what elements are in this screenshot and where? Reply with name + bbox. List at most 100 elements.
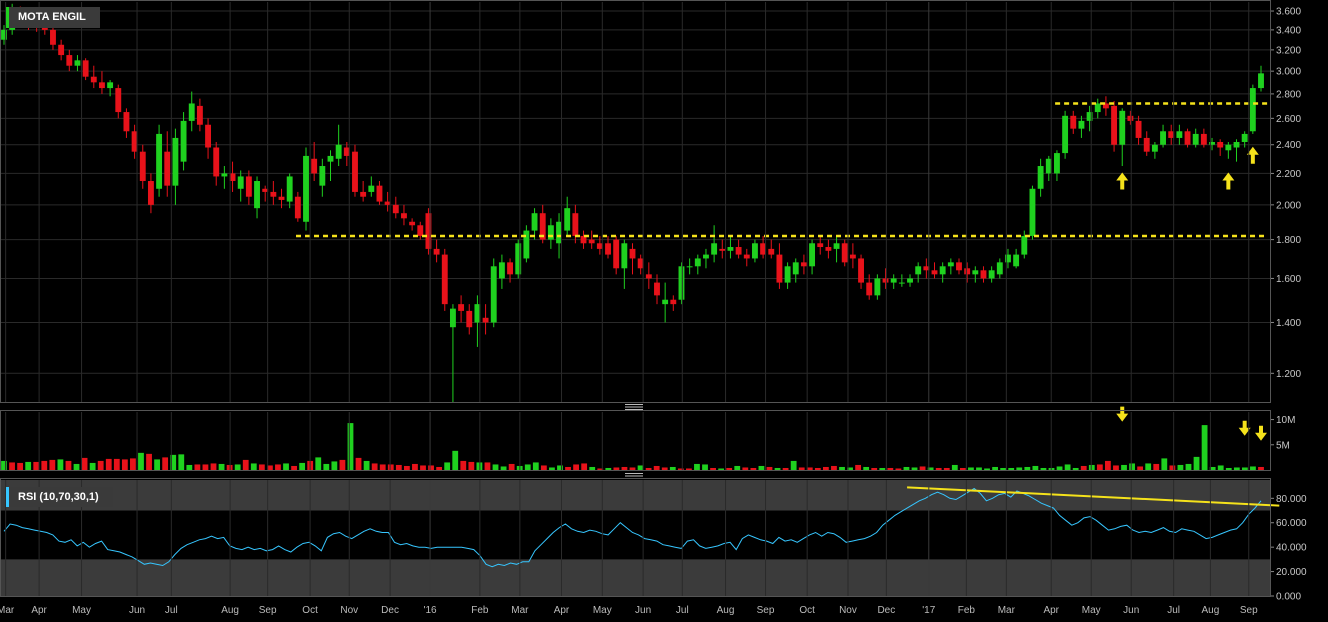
volume-bar xyxy=(105,458,112,470)
candle-up xyxy=(1192,133,1199,145)
candle-up xyxy=(809,243,816,267)
volume-bar xyxy=(130,458,136,470)
volume-bar xyxy=(895,468,902,470)
candle-down xyxy=(441,254,448,305)
rsi-indicator-label[interactable]: RSI (10,70,30,1) xyxy=(6,487,113,507)
volume-bar xyxy=(234,464,241,470)
stock-chart: 3.600 3.400 3.200 3.000 2.800 2.600 2.400 2.200… xyxy=(0,0,1307,616)
x-tick-label: Mar xyxy=(998,605,1016,616)
volume-bar xyxy=(1113,465,1119,470)
candle-up xyxy=(1249,88,1256,132)
volume-bar xyxy=(661,467,668,470)
candle-up xyxy=(180,120,187,162)
candle-up xyxy=(988,270,995,279)
volume-bar xyxy=(89,462,96,470)
volume-bar xyxy=(766,466,773,470)
volume-bar xyxy=(202,464,209,470)
volume-bar xyxy=(33,461,40,470)
volume-bar xyxy=(1250,466,1256,470)
volume-bar xyxy=(935,467,942,470)
candle-down xyxy=(82,60,89,77)
candle-up xyxy=(678,266,685,300)
candle-down xyxy=(278,196,285,200)
candle-down xyxy=(205,124,211,148)
candle-up xyxy=(784,266,791,283)
volume-bar xyxy=(992,466,998,470)
candle-up xyxy=(107,82,114,89)
price-tick-label: 2.200 xyxy=(1276,169,1301,180)
candle-down xyxy=(41,27,48,30)
candle-down xyxy=(1127,115,1134,121)
volume-bar xyxy=(1016,467,1023,470)
candle-down xyxy=(458,304,465,311)
candle-down xyxy=(99,82,105,89)
price-tick-label: 3.000 xyxy=(1276,67,1301,78)
candle-up xyxy=(172,137,179,186)
volume-bar xyxy=(49,459,56,470)
candle-down xyxy=(800,262,807,267)
candle-down xyxy=(139,151,146,182)
candle-down xyxy=(90,76,97,83)
candle-up xyxy=(751,243,758,259)
x-tick-label: Feb xyxy=(958,605,976,616)
panel-resize-handle[interactable] xyxy=(625,404,643,410)
volume-bar xyxy=(210,463,217,470)
candle-down xyxy=(858,258,864,283)
x-tick-label: Aug xyxy=(717,605,735,616)
volume-bar xyxy=(702,464,708,470)
price-tick-label: 1.200 xyxy=(1276,369,1301,380)
volume-bar xyxy=(549,467,555,470)
candle-up xyxy=(1029,188,1036,236)
volume-bar xyxy=(968,467,974,470)
volume-bar xyxy=(1008,467,1015,470)
candle-down xyxy=(1111,105,1118,145)
volume-bar xyxy=(412,463,418,470)
x-tick-label: Nov xyxy=(340,605,358,616)
volume-bar xyxy=(887,467,894,470)
volume-bar xyxy=(186,464,193,470)
price-tick-label: 1.800 xyxy=(1276,235,1301,246)
rsi-tick-label: 0.000 xyxy=(1276,592,1301,603)
candle-up xyxy=(1258,73,1264,89)
x-tick-label: Apr xyxy=(554,605,570,616)
volume-bar xyxy=(113,458,120,470)
volume-bar xyxy=(532,462,539,470)
volume-bar xyxy=(540,465,547,470)
candle-up xyxy=(711,243,718,255)
volume-bar xyxy=(1056,466,1063,470)
volume-bar xyxy=(1137,466,1144,470)
candle-down xyxy=(245,176,252,197)
volume-bar xyxy=(790,460,797,470)
x-tick-label: Jun xyxy=(129,605,145,616)
price-tick-label: 2.400 xyxy=(1276,140,1301,151)
volume-tick-label: 5M xyxy=(1276,440,1290,451)
panel-resize-handle[interactable] xyxy=(625,473,643,479)
x-tick-label: Nov xyxy=(839,605,857,616)
volume-bar xyxy=(275,464,281,470)
volume-bar xyxy=(468,461,475,470)
volume-bar xyxy=(41,460,48,470)
volume-bar xyxy=(1145,463,1152,470)
volume-bar xyxy=(863,466,870,470)
price-panel: 3.600 3.400 3.200 3.000 2.800 2.600 2.400 2.200… xyxy=(0,3,1301,402)
volume-bar xyxy=(420,465,426,470)
x-tick-label: May xyxy=(593,605,612,616)
volume-bar xyxy=(250,463,257,470)
volume-bar xyxy=(742,467,749,470)
x-tick-label: Apr xyxy=(1043,605,1059,616)
volume-bar xyxy=(1153,463,1160,470)
x-tick-label: '16 xyxy=(424,605,437,616)
volume-bar xyxy=(452,450,459,470)
candle-down xyxy=(964,268,971,275)
candle-down xyxy=(1200,133,1207,145)
candle-down xyxy=(352,151,358,192)
candle-down xyxy=(507,262,514,275)
candle-up xyxy=(792,262,799,275)
volume-bar xyxy=(492,464,499,470)
volume-bar xyxy=(734,465,741,470)
volume-bar xyxy=(1072,467,1079,470)
volume-bar xyxy=(1161,458,1168,470)
candle-up xyxy=(972,270,979,275)
down-arrow-icon xyxy=(1255,425,1267,441)
volume-bar xyxy=(283,463,289,470)
